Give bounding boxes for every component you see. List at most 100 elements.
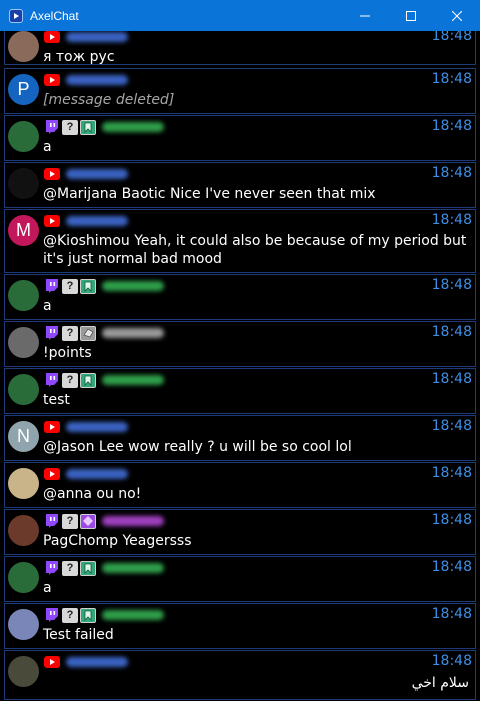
author-name[interactable] <box>66 657 128 667</box>
message-text: Test failed <box>43 627 114 643</box>
author-name[interactable] <box>102 122 164 132</box>
avatar[interactable]: P <box>8 74 39 105</box>
message-text: я тож рус <box>43 49 115 65</box>
chat-message[interactable]: ? 18:48 PagChomp Yeagersss <box>4 509 476 555</box>
author-name[interactable] <box>66 422 128 432</box>
unknown-badge-icon: ? <box>62 119 78 135</box>
unknown-badge-icon: ? <box>62 607 78 623</box>
author-name[interactable] <box>102 375 164 385</box>
chat-message[interactable]: M 18:48 @Kioshimou Yeah, it could also be … <box>4 209 476 273</box>
author-name[interactable] <box>66 32 128 42</box>
badge-row: ? <box>44 372 164 388</box>
chat-message[interactable]: 18:48 я тож рус <box>4 31 476 65</box>
message-text: @Kioshimou Yeah, it could also be becaus… <box>43 233 467 267</box>
unknown-badge-icon: ? <box>62 560 78 576</box>
unknown-badge-icon: ? <box>62 278 78 294</box>
message-text: @anna ou no! <box>43 486 142 502</box>
badge-row: ? <box>44 119 164 135</box>
chat-message[interactable]: ? 18:48 test <box>4 368 476 414</box>
maximize-button[interactable] <box>388 0 434 31</box>
message-timestamp: 18:48 <box>431 606 472 622</box>
avatar[interactable] <box>8 562 39 593</box>
window-title: AxelChat <box>30 8 79 23</box>
youtube-icon <box>44 31 60 43</box>
unknown-badge-icon: ? <box>62 325 78 341</box>
author-name[interactable] <box>66 75 128 85</box>
youtube-icon <box>44 168 60 180</box>
unknown-badge-icon: ? <box>62 513 78 529</box>
chat-message[interactable]: ? 18:48 a <box>4 274 476 320</box>
message-text: PagChomp Yeagersss <box>43 533 192 549</box>
author-name[interactable] <box>102 516 164 526</box>
avatar[interactable]: N <box>8 421 39 452</box>
avatar[interactable] <box>8 374 39 405</box>
message-text: a <box>43 298 52 314</box>
subscriber-badge-icon <box>80 278 96 294</box>
message-timestamp: 18:48 <box>431 324 472 340</box>
author-name[interactable] <box>66 469 128 479</box>
app-icon <box>9 8 23 23</box>
avatar[interactable] <box>8 31 39 62</box>
twitch-icon <box>44 278 60 294</box>
message-timestamp: 18:48 <box>431 512 472 528</box>
twitch-icon <box>44 513 60 529</box>
avatar[interactable] <box>8 656 39 687</box>
avatar[interactable] <box>8 468 39 499</box>
avatar[interactable] <box>8 168 39 199</box>
avatar[interactable] <box>8 515 39 546</box>
subscriber-badge-icon <box>80 560 96 576</box>
chat-message[interactable]: ? 18:48 Test failed <box>4 603 476 649</box>
subscriber-badge-icon <box>80 607 96 623</box>
minimize-button[interactable] <box>342 0 388 31</box>
author-name[interactable] <box>102 328 164 338</box>
subscriber-badge-icon <box>80 513 96 529</box>
author-name[interactable] <box>102 563 164 573</box>
badge-row: ? <box>44 513 164 529</box>
youtube-icon <box>44 468 60 480</box>
message-timestamp: 18:48 <box>431 118 472 134</box>
message-timestamp: 18:48 <box>431 277 472 293</box>
author-name[interactable] <box>102 281 164 291</box>
chat-message[interactable]: ? 18:48 a <box>4 556 476 602</box>
message-timestamp: 18:48 <box>431 653 472 669</box>
chat-message[interactable]: N 18:48 @Jason Lee wow really ? u will be … <box>4 415 476 461</box>
subscriber-badge-icon <box>80 372 96 388</box>
avatar[interactable]: M <box>8 215 39 246</box>
message-text: @Jason Lee wow really ? u will be so coo… <box>43 439 352 455</box>
chat-message[interactable]: P 18:48 [message deleted] <box>4 68 476 114</box>
youtube-icon <box>44 421 60 433</box>
message-timestamp: 18:48 <box>431 559 472 575</box>
author-name[interactable] <box>66 169 128 179</box>
twitch-icon <box>44 372 60 388</box>
message-timestamp: 18:48 <box>431 31 472 44</box>
twitch-icon <box>44 607 60 623</box>
window-controls <box>342 0 480 31</box>
avatar[interactable] <box>8 280 39 311</box>
chat-message[interactable]: ? 18:48 !points <box>4 321 476 367</box>
chat-message-list[interactable]: 18:48 я тож рус P 18:48 [message deleted]? 18… <box>0 31 480 701</box>
chat-message[interactable]: 18:48 @Marijana Baotic Nice I've never se… <box>4 162 476 208</box>
avatar[interactable] <box>8 327 39 358</box>
close-button[interactable] <box>434 0 480 31</box>
title-bar[interactable]: AxelChat <box>0 0 480 31</box>
message-timestamp: 18:48 <box>431 371 472 387</box>
chat-message[interactable]: 18:48 @anna ou no! <box>4 462 476 508</box>
chat-message[interactable]: 18:48 سلام اخي <box>4 650 476 700</box>
twitch-icon <box>44 325 60 341</box>
avatar[interactable] <box>8 121 39 152</box>
avatar[interactable] <box>8 609 39 640</box>
author-name[interactable] <box>66 216 128 226</box>
youtube-icon <box>44 74 60 86</box>
twitch-icon <box>44 119 60 135</box>
author-name[interactable] <box>102 610 164 620</box>
message-timestamp: 18:48 <box>431 418 472 434</box>
badge-row <box>44 654 128 670</box>
badge-row <box>44 31 128 45</box>
badge-row: ? <box>44 607 164 623</box>
chat-message[interactable]: ? 18:48 a <box>4 115 476 161</box>
message-timestamp: 18:48 <box>431 465 472 481</box>
deleted-message-text: [message deleted] <box>43 92 175 108</box>
badge-row <box>44 466 128 482</box>
message-timestamp: 18:48 <box>431 71 472 87</box>
badge-row: ? <box>44 560 164 576</box>
